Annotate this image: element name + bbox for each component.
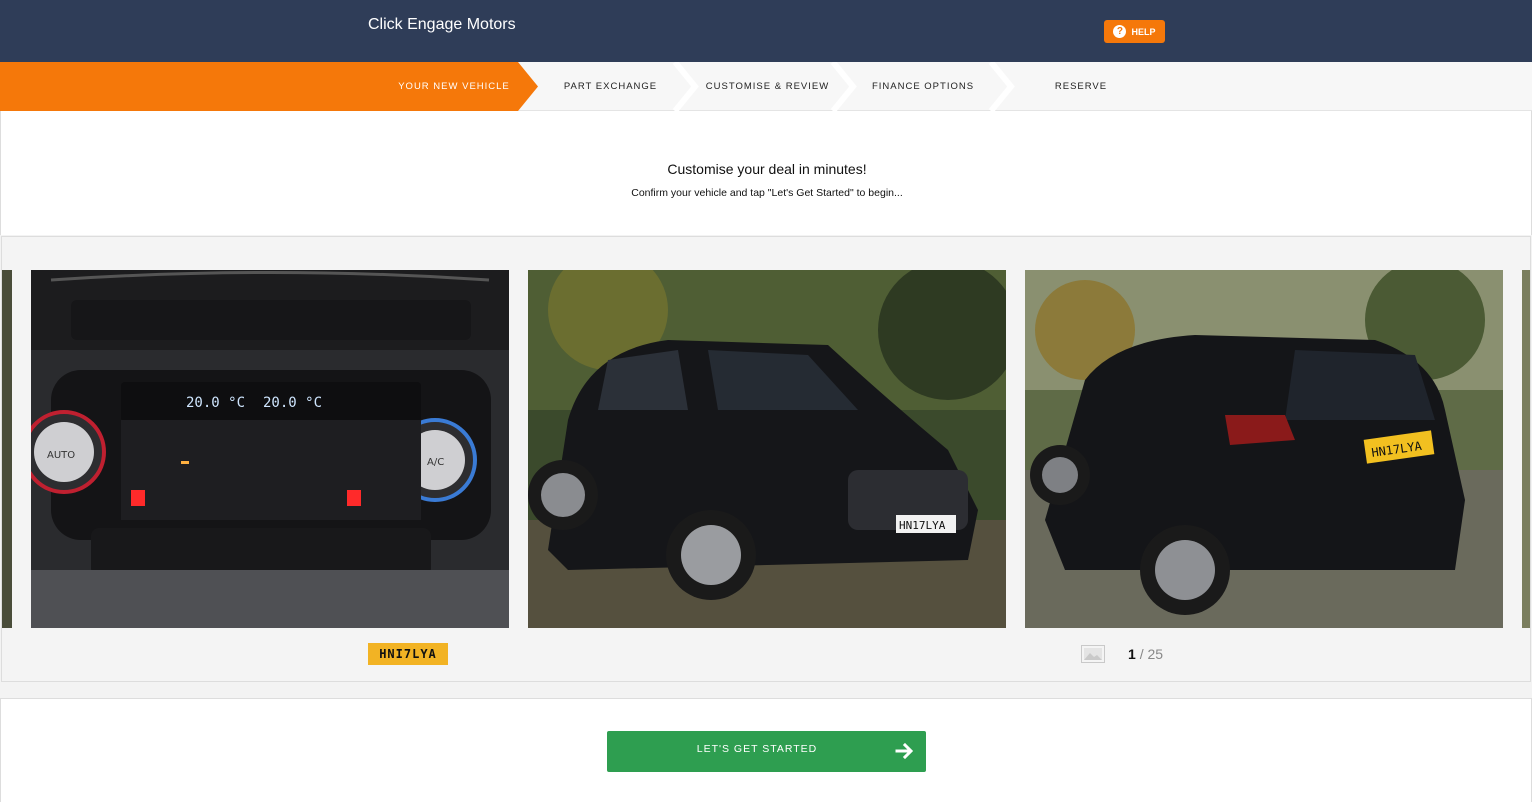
gallery-photo-partial-right[interactable] [1522,270,1530,628]
question-circle-icon: ? [1113,25,1127,38]
arrow-right-icon [895,742,914,760]
start-button-label: LET'S GET STARTED [696,743,818,755]
help-button[interactable]: ? HELP [1104,20,1165,43]
gallery-photo-front[interactable]: HN17LYA [528,270,1006,628]
brand-name[interactable]: Click Engage Motors [368,16,516,34]
image-gallery-icon[interactable] [1081,645,1105,663]
step-part-exchange[interactable]: PART EXCHANGE [538,62,683,111]
svg-text:AUTO: AUTO [47,450,75,461]
gallery-photo-partial-left[interactable] [2,270,12,628]
svg-text:20.0 °C: 20.0 °C [186,395,245,411]
gallery-photo-interior[interactable]: 20.0 °C 20.0 °C AUTO A/C [31,270,509,628]
svg-text:20.0 °C: 20.0 °C [263,395,322,411]
gallery-current-index: 1 [1128,646,1136,662]
gallery-counter: 1 / 25 [1128,646,1163,662]
step-customise-review[interactable]: CUSTOMISE & REVIEW [695,62,840,111]
vehicle-gallery: 20.0 °C 20.0 °C AUTO A/C HN17LYA HN17LYA [1,236,1531,682]
intro-section: Customise your deal in minutes! Confirm … [0,111,1532,235]
step-reserve[interactable]: RESERVE [1011,62,1151,111]
step-divider [988,62,1015,111]
progress-steps: YOUR NEW VEHICLE PART EXCHANGE CUSTOMISE… [0,62,1532,111]
step-finance-options[interactable]: FINANCE OPTIONS [853,62,993,111]
registration-plate-badge: HNI7LYA [368,643,448,665]
intro-subtitle: Confirm your vehicle and tap "Let's Get … [631,187,903,199]
help-label: HELP [1131,26,1156,37]
step-your-new-vehicle[interactable]: YOUR NEW VEHICLE [380,62,528,111]
gallery-total: / 25 [1139,646,1164,662]
svg-text:A/C: A/C [427,457,444,468]
gallery-photo-rear[interactable]: HN17LYA [1025,270,1503,628]
lets-get-started-button[interactable]: LET'S GET STARTED [607,731,926,772]
svg-text:HN17LYA: HN17LYA [899,519,946,532]
intro-title: Customise your deal in minutes! [667,161,867,177]
top-header: Click Engage Motors ? HELP [0,0,1532,62]
